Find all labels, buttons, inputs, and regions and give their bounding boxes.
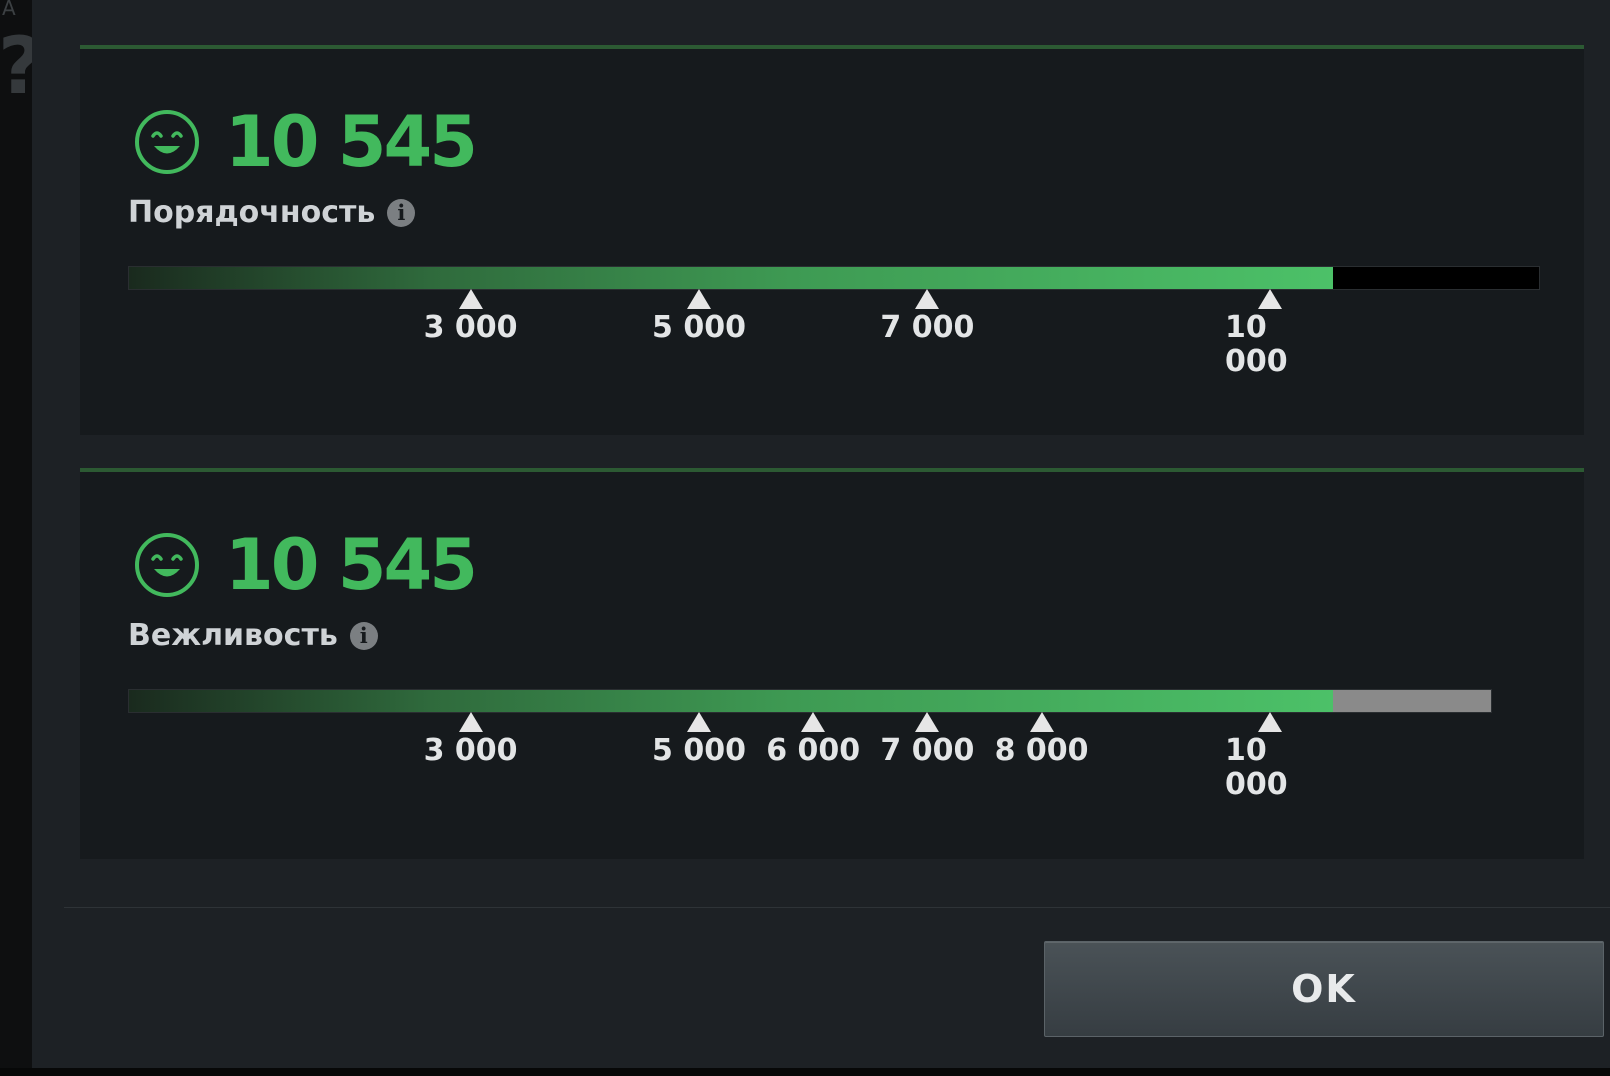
milestone-label: 8 000 — [994, 733, 1089, 768]
behavior-label: Вежливость — [128, 618, 338, 653]
footer-divider — [64, 907, 1610, 908]
milestone-marker — [458, 289, 483, 309]
conduct-score-value: 10 545 — [225, 101, 478, 183]
window-bottom-edge — [0, 1068, 1610, 1076]
behavior-progress-fill — [129, 690, 1334, 712]
milestone-label: 10 000 — [1225, 733, 1288, 802]
milestone-marker — [915, 289, 940, 309]
milestone-marker — [1029, 712, 1054, 732]
smiling-face-icon — [135, 110, 199, 174]
milestone-marker — [458, 712, 483, 732]
milestone-marker — [1258, 712, 1282, 732]
conduct-progress-fill — [129, 267, 1334, 289]
milestone-label: 5 000 — [652, 733, 746, 768]
milestone-marker — [1258, 289, 1282, 309]
milestone-marker — [687, 712, 711, 732]
score-panel-behavior: 10 545 Вежливость i 3 000 5 000 6 000 7 000… — [80, 468, 1584, 859]
milestone-label: 7 000 — [880, 310, 975, 345]
conduct-label: Порядочность — [128, 195, 376, 230]
score-label-row: Порядочность i — [128, 195, 416, 230]
milestone-label: 7 000 — [880, 733, 975, 768]
ok-button[interactable]: OK — [1044, 941, 1604, 1037]
milestone-label: 3 000 — [423, 733, 518, 768]
milestone-label: 10 000 — [1225, 310, 1288, 379]
milestone-label: 6 000 — [766, 733, 861, 768]
behavior-progress-bar — [128, 689, 1492, 713]
behavior-score-value: 10 545 — [225, 524, 478, 606]
background-left-strip: A ? — [0, 0, 43, 1076]
milestone-marker — [915, 712, 940, 732]
score-dialog: 10 545 Порядочность i 3 000 5 000 7 000 10 … — [32, 0, 1610, 1068]
milestone-marker — [801, 712, 826, 732]
milestone-label: 3 000 — [423, 310, 518, 345]
score-header: 10 545 — [134, 101, 478, 183]
info-icon[interactable]: i — [349, 621, 378, 650]
info-icon[interactable]: i — [387, 198, 416, 227]
background-glyph: A — [2, 0, 16, 20]
score-header: 10 545 — [134, 524, 478, 606]
score-panel-conduct: 10 545 Порядочность i 3 000 5 000 7 000 10 … — [80, 45, 1584, 435]
milestone-label: 5 000 — [652, 310, 746, 345]
score-label-row: Вежливость i — [128, 618, 378, 653]
milestone-marker — [687, 289, 711, 309]
smiling-face-icon — [135, 533, 199, 597]
conduct-progress-bar — [128, 266, 1540, 290]
